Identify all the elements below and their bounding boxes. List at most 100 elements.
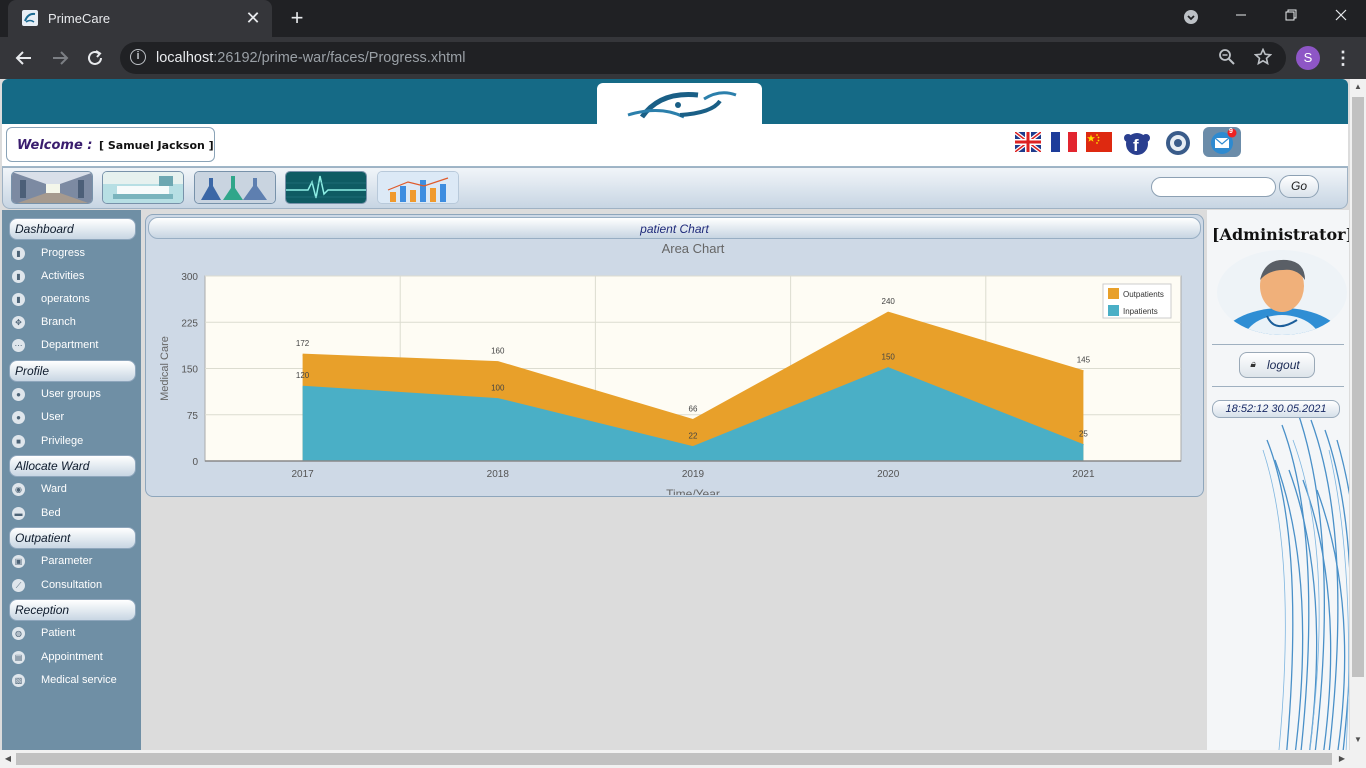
mail-icon[interactable]: 9	[1203, 127, 1241, 157]
facebook-icon[interactable]: f	[1122, 130, 1150, 156]
svg-text:f: f	[1133, 136, 1139, 155]
sidebar-section-profile[interactable]: Profile	[9, 360, 136, 382]
scroll-thumb[interactable]	[1352, 97, 1364, 677]
french-flag-icon[interactable]	[1051, 132, 1077, 152]
new-tab-button[interactable]: +	[286, 7, 308, 29]
laboratory-thumbnail[interactable]	[194, 171, 276, 204]
tab-search-icon[interactable]	[1176, 4, 1206, 30]
data-label: 145	[1077, 356, 1091, 365]
address-bar[interactable]: i localhost:26192/prime-war/faces/Progre…	[120, 42, 1286, 74]
ward-icon: ◉	[12, 483, 25, 496]
restore-icon[interactable]	[1276, 4, 1306, 30]
panel-title[interactable]: patient Chart	[148, 217, 1201, 239]
english-flag-icon[interactable]	[1013, 130, 1043, 154]
close-window-icon[interactable]	[1326, 4, 1356, 30]
y-tick-label: 75	[187, 411, 199, 422]
sidebar-item-parameter[interactable]: ▣ Parameter	[12, 553, 137, 571]
bookmark-star-icon[interactable]	[1253, 47, 1273, 68]
sidebar-item-label: Progress	[41, 247, 86, 259]
url-path: :26192/prime-war/faces/Progress.xhtml	[213, 50, 466, 66]
sidebar-item-patient[interactable]: ◍ Patient	[12, 625, 137, 643]
browser-tab[interactable]: PrimeCare ✕	[8, 0, 272, 37]
zoom-icon[interactable]	[1217, 48, 1237, 68]
scroll-thumb[interactable]	[16, 753, 1332, 765]
heart-monitor-thumbnail[interactable]	[285, 171, 367, 204]
welcome-row: Welcome : [ Samuel Jackson ] f 9	[2, 124, 1348, 167]
patient-icon: ◍	[12, 627, 25, 640]
legend-entry: Outpatients	[1123, 290, 1164, 299]
app-logo[interactable]	[597, 83, 762, 124]
url-text[interactable]: localhost:26192/prime-war/faces/Progress…	[156, 50, 465, 66]
statistics-thumbnail[interactable]	[377, 171, 459, 204]
data-label: 66	[689, 404, 698, 413]
scroll-left-icon[interactable]: ◀	[0, 750, 16, 768]
user-name: [ Samuel Jackson ]	[99, 139, 214, 152]
role-title: [Administrator]	[1212, 225, 1349, 244]
search-input[interactable]	[1151, 177, 1276, 197]
vertical-scrollbar[interactable]: ▲ ▼	[1350, 79, 1366, 768]
sidebar-section-reception[interactable]: Reception	[9, 599, 136, 621]
sidebar-item-user[interactable]: ● User	[12, 409, 137, 427]
sidebar-item-consultation[interactable]: ⟋ Consultation	[12, 577, 137, 595]
y-axis-title: Medical Care	[159, 336, 171, 401]
reload-icon[interactable]	[83, 46, 107, 70]
sidebar-item-ward[interactable]: ◉ Ward	[12, 481, 137, 499]
data-label: 120	[296, 371, 310, 380]
chart-title: Area Chart	[662, 241, 725, 256]
profile-avatar[interactable]: S	[1296, 46, 1320, 70]
sidebar-item-medical-service[interactable]: ▧ Medical service	[12, 672, 137, 690]
scroll-up-icon[interactable]: ▲	[1350, 79, 1366, 95]
menu-bar: Go	[2, 167, 1348, 209]
sidebar-item-label: Consultation	[41, 579, 103, 591]
sidebar-item-progress[interactable]: ▮ Progress	[12, 245, 137, 263]
settings-icon[interactable]	[1163, 130, 1190, 156]
url-host: localhost	[156, 50, 214, 66]
welcome-box: Welcome : [ Samuel Jackson ]	[6, 127, 215, 162]
y-tick-label: 150	[181, 365, 198, 376]
ward-bed-thumbnail[interactable]	[102, 171, 184, 204]
x-tick-label: 2020	[877, 469, 900, 480]
x-tick-label: 2017	[291, 469, 314, 480]
sidebar-item-label: Activities	[41, 270, 85, 282]
sidebar-item-label: Branch	[41, 316, 76, 328]
forward-icon[interactable]	[48, 46, 72, 70]
sidebar-section-outpatient[interactable]: Outpatient	[9, 527, 136, 549]
y-tick-label: 300	[181, 272, 198, 283]
legend-swatch	[1108, 288, 1119, 299]
data-label: 150	[882, 353, 896, 362]
x-tick-label: 2018	[487, 469, 510, 480]
tab-close-icon[interactable]: ✕	[244, 9, 262, 27]
sidebar-item-activities[interactable]: ▮ Activities	[12, 268, 137, 286]
back-icon[interactable]	[12, 46, 36, 70]
sidebar-item-user-groups[interactable]: ● User groups	[12, 386, 137, 404]
sidebar-item-label: User groups	[41, 388, 101, 400]
chinese-flag-icon[interactable]	[1086, 132, 1112, 152]
corridor-thumbnail[interactable]	[11, 171, 93, 204]
department-icon: ⋯	[12, 339, 25, 352]
data-label: 25	[1079, 430, 1088, 439]
sidebar-section-dashboard[interactable]: Dashboard	[9, 218, 136, 240]
horizontal-scrollbar[interactable]: ◀ ▶	[0, 750, 1350, 768]
y-tick-label: 0	[192, 457, 198, 468]
sidebar-item-appointment[interactable]: ▤ Appointment	[12, 649, 137, 667]
site-info-icon[interactable]: i	[130, 49, 146, 65]
tab-title: PrimeCare	[48, 11, 111, 26]
scroll-right-icon[interactable]: ▶	[1334, 750, 1350, 768]
minimize-icon[interactable]	[1226, 4, 1256, 30]
go-button[interactable]: Go	[1279, 175, 1319, 198]
data-label: 100	[491, 383, 505, 392]
sidebar-item-privilege[interactable]: ■ Privilege	[12, 433, 137, 451]
logout-button[interactable]: 🔒︎ logout	[1239, 352, 1315, 378]
sidebar-item-label: Patient	[41, 627, 76, 639]
sidebar-item-operatons[interactable]: ▮ operatons	[12, 291, 137, 309]
sidebar-item-department[interactable]: ⋯ Department	[12, 337, 137, 355]
scroll-down-icon[interactable]: ▼	[1350, 732, 1366, 748]
data-label: 172	[296, 339, 310, 348]
sidebar-section-allocate-ward[interactable]: Allocate Ward	[9, 455, 136, 477]
sidebar-item-bed[interactable]: ▬ Bed	[12, 505, 137, 523]
sidebar-item-branch[interactable]: ✥ Branch	[12, 314, 137, 332]
y-tick-label: 225	[181, 318, 198, 329]
appointment-icon: ▤	[12, 651, 25, 664]
bed-icon: ▬	[12, 507, 25, 520]
browser-menu-icon[interactable]: ⋮	[1334, 46, 1352, 70]
